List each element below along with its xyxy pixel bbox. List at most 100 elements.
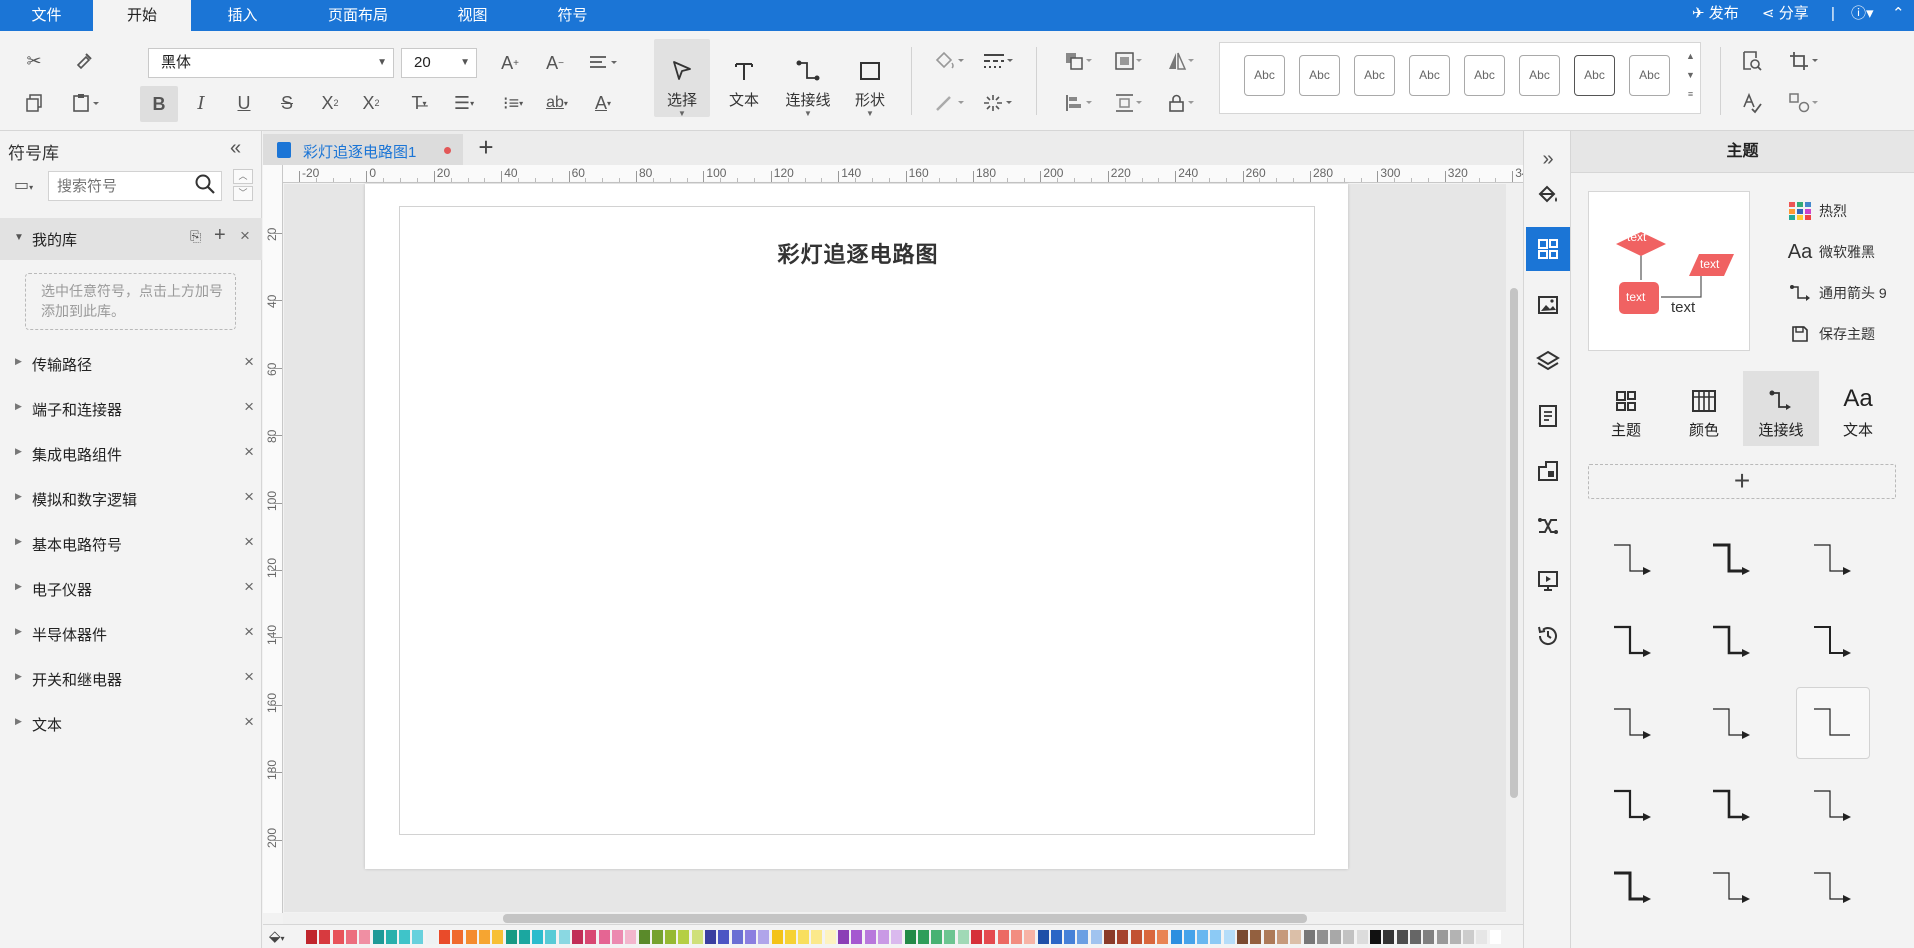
color-swatch[interactable] [718, 930, 730, 944]
color-swatch[interactable] [359, 930, 371, 944]
text-tool[interactable]: 文本 [716, 39, 772, 117]
style-sample[interactable]: Abc [1464, 55, 1505, 96]
color-swatch[interactable] [731, 930, 743, 944]
color-swatch[interactable] [678, 930, 690, 944]
connector-style-option[interactable] [1695, 523, 1769, 595]
crop-icon[interactable] [1784, 47, 1824, 75]
color-swatch[interactable] [585, 930, 597, 944]
library-item[interactable]: ▶ 端子和连接器 × [0, 387, 262, 432]
color-swatch[interactable] [439, 930, 450, 944]
color-swatch[interactable] [1263, 930, 1275, 944]
style-sample[interactable]: Abc [1354, 55, 1395, 96]
decrease-font-icon[interactable]: A − [541, 49, 569, 77]
color-swatch[interactable] [572, 930, 583, 944]
superscript-icon[interactable]: X2 [316, 89, 344, 117]
add-tab-button[interactable]: + [469, 131, 503, 165]
color-swatch[interactable] [1449, 930, 1461, 944]
color-swatch[interactable] [851, 930, 863, 944]
color-swatch[interactable] [492, 930, 504, 944]
color-swatch[interactable] [399, 930, 411, 944]
color-swatch[interactable] [758, 930, 770, 944]
tab-colors[interactable]: 颜色 [1666, 371, 1742, 446]
image-icon[interactable] [1526, 283, 1570, 327]
library-item[interactable]: ▶ 半导体器件 × [0, 612, 262, 657]
connector-style-option[interactable] [1695, 605, 1769, 677]
color-swatch[interactable] [345, 930, 357, 944]
line-style-icon[interactable] [978, 47, 1018, 75]
close-icon[interactable]: × [244, 487, 254, 507]
menu-page-layout[interactable]: 页面布局 [294, 0, 422, 31]
scroll-down-icon[interactable]: ﹀ [233, 186, 253, 201]
library-item[interactable]: ▶ 传输路径 × [0, 342, 262, 387]
close-icon[interactable]: × [244, 667, 254, 687]
color-swatch[interactable] [824, 930, 836, 944]
theme-grid-icon[interactable] [1526, 227, 1570, 271]
cut-icon[interactable]: ✂ [20, 47, 48, 75]
page-list-icon[interactable] [1526, 394, 1570, 438]
color-swatch[interactable] [505, 930, 517, 944]
color-swatch[interactable] [1383, 930, 1395, 944]
help-icon[interactable]: ⓘ▾ [1851, 0, 1874, 31]
paste-icon[interactable] [68, 89, 104, 117]
shuffle-icon[interactable] [1526, 504, 1570, 548]
color-swatch[interactable] [1276, 930, 1288, 944]
color-swatch[interactable] [1463, 930, 1475, 944]
style-sample[interactable]: Abc [1574, 55, 1615, 96]
presentation-icon[interactable] [1526, 559, 1570, 603]
collapse-ribbon-icon[interactable]: ⌃ [1892, 0, 1905, 31]
import-icon[interactable]: ⎘ [190, 228, 201, 245]
tab-text[interactable]: Aa 文本 [1820, 371, 1896, 446]
color-swatch[interactable] [771, 930, 783, 944]
group-icon[interactable] [1110, 47, 1148, 75]
color-swatch[interactable] [1423, 930, 1435, 944]
library-item[interactable]: ▶ 文本 × [0, 702, 262, 747]
strikethrough-icon[interactable]: S [273, 89, 301, 117]
tab-theme[interactable]: 主题 [1588, 371, 1664, 446]
library-item[interactable]: ▶ 集成电路组件 × [0, 432, 262, 477]
tab-connector[interactable]: 连接线 [1743, 371, 1819, 446]
color-swatch[interactable] [1290, 930, 1302, 944]
connector-style-option[interactable] [1596, 687, 1670, 759]
color-swatch[interactable] [1117, 930, 1129, 944]
color-swatch[interactable] [319, 930, 331, 944]
select-tool[interactable]: 选择 ▼ [654, 39, 710, 118]
color-swatch[interactable] [385, 930, 397, 944]
menu-file[interactable]: 文件 [0, 0, 93, 31]
menu-home[interactable]: 开始 [93, 0, 191, 31]
color-swatch[interactable] [651, 930, 663, 944]
theme-preview[interactable]: text text text text [1588, 191, 1750, 351]
color-swatch[interactable] [1237, 930, 1248, 944]
color-swatch[interactable] [944, 930, 956, 944]
scrollbar-thumb[interactable] [503, 914, 1307, 923]
color-swatch[interactable] [984, 930, 996, 944]
color-swatch[interactable] [744, 930, 756, 944]
color-swatch[interactable] [1090, 930, 1102, 944]
color-swatch[interactable] [904, 930, 916, 944]
color-swatch[interactable] [1436, 930, 1448, 944]
color-swatch[interactable] [838, 930, 849, 944]
color-swatch[interactable] [957, 930, 969, 944]
scrollbar-thumb[interactable] [1510, 288, 1518, 798]
color-swatch[interactable] [452, 930, 464, 944]
color-swatch[interactable] [638, 930, 650, 944]
bold-icon[interactable]: B [140, 86, 178, 122]
color-swatch[interactable] [1104, 930, 1115, 944]
theme-option-colors[interactable]: 热烈 [1781, 191, 1911, 231]
connector-style-option[interactable] [1796, 769, 1870, 841]
color-swatch[interactable] [971, 930, 982, 944]
collapse-panel-icon[interactable]: « [230, 137, 241, 160]
connector-style-option[interactable] [1596, 605, 1670, 677]
horizontal-scrollbar[interactable] [283, 913, 1523, 924]
color-swatch[interactable] [1330, 930, 1342, 944]
color-swatch[interactable] [811, 930, 823, 944]
font-size-select[interactable]: 20 ▼ [401, 48, 477, 78]
color-swatch[interactable] [1489, 930, 1501, 944]
color-swatch[interactable] [1157, 930, 1169, 944]
bullet-list-icon[interactable]: ⁝≡ ▾ [494, 89, 532, 117]
add-connector-style-button[interactable]: + [1588, 464, 1896, 499]
search-icon[interactable] [194, 173, 216, 198]
menu-symbol[interactable]: 符号 [523, 0, 622, 31]
close-icon[interactable]: × [244, 397, 254, 417]
gallery-scroll-icon[interactable]: ▲ ▼ ≡ [1686, 47, 1695, 104]
color-swatch[interactable] [1064, 930, 1076, 944]
